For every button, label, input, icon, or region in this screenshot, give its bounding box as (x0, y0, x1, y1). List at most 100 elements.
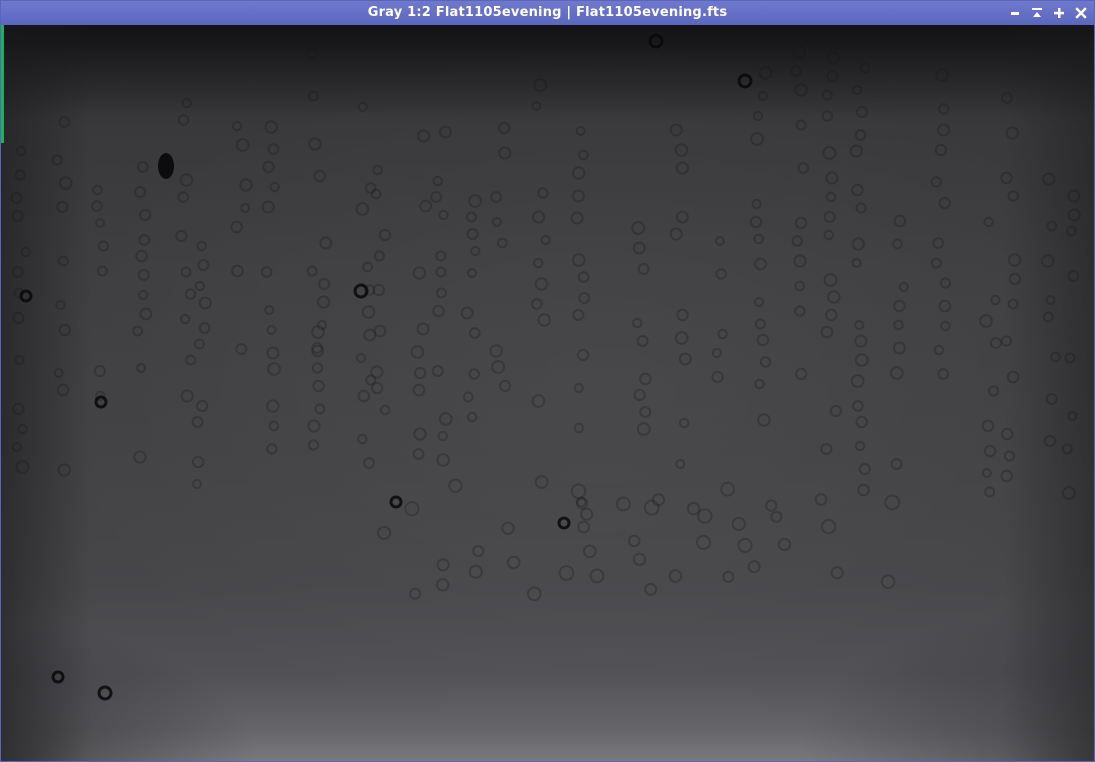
dust-ring (370, 381, 384, 395)
dust-spot (97, 685, 113, 701)
dust-ring (472, 545, 485, 558)
dust-ring (715, 268, 727, 280)
dust-ring (632, 317, 643, 329)
dust-ring (318, 277, 331, 291)
dust-ring (583, 544, 597, 559)
title-bar[interactable]: Gray 1:2 Flat1105evening | Flat1105eveni… (1, 1, 1094, 25)
dust-spot (557, 516, 571, 530)
dust-ring (852, 400, 864, 412)
maximize-icon (1054, 8, 1064, 18)
dust-ring (573, 422, 585, 434)
dust-ring (930, 176, 943, 188)
dust-ring (306, 265, 318, 277)
dust-ring (435, 266, 447, 278)
dust-ring (731, 516, 746, 531)
dust-ring (770, 510, 783, 523)
dust-ring (826, 51, 840, 65)
dust-ring (674, 143, 689, 157)
dust-ring (430, 191, 443, 203)
dust-ring (934, 143, 948, 157)
dust-ring (14, 169, 26, 181)
dust-ring (260, 266, 273, 278)
dust-ring (179, 313, 191, 325)
dust-ring (196, 240, 207, 252)
dust-ring (438, 125, 452, 139)
dust-ring (1045, 294, 1056, 306)
dust-ring (573, 382, 584, 394)
dust-ring (540, 234, 551, 246)
dust-ring (264, 120, 278, 134)
shade-button[interactable] (1028, 4, 1046, 22)
dust-ring (938, 299, 952, 313)
dust-spot (389, 495, 403, 509)
dust-ring (765, 499, 778, 512)
minimize-icon (1011, 12, 1019, 15)
dust-ring (307, 90, 319, 102)
dust-ring (496, 237, 508, 249)
dust-ring (412, 266, 427, 280)
dust-ring (95, 217, 106, 229)
dust-ring (1000, 171, 1013, 185)
dust-ring (814, 493, 828, 506)
dust-ring (571, 253, 586, 267)
dust-ring (491, 216, 502, 228)
dust-ring (438, 209, 449, 221)
dust-ring (669, 123, 683, 137)
dust-ring (267, 143, 280, 155)
dust-ring (637, 263, 650, 275)
close-button[interactable] (1072, 4, 1090, 22)
image-canvas[interactable] (1, 25, 1094, 761)
dust-ring (1067, 270, 1080, 282)
dust-ring (267, 362, 281, 376)
dust-spot (51, 670, 65, 684)
dust-ring (857, 483, 870, 497)
dust-ring (431, 365, 444, 377)
dust-ring (939, 277, 952, 289)
dust-ring (1042, 172, 1056, 186)
dust-ring (890, 366, 904, 380)
dust-spot (19, 289, 33, 303)
dust-ring (134, 186, 147, 198)
dust-ring (717, 328, 728, 340)
dust-ring (364, 182, 377, 194)
dust-ring (794, 305, 806, 317)
dust-ring (935, 68, 950, 82)
dust-ring (578, 149, 589, 161)
maximize-button[interactable] (1050, 4, 1068, 22)
dust-ring (631, 221, 646, 235)
dust-ring (268, 420, 280, 432)
dust-ring (319, 236, 333, 250)
dust-ring (984, 486, 996, 498)
dust-ring (133, 450, 147, 464)
dust-ring (499, 379, 512, 393)
dust-ring (137, 268, 150, 282)
dust-ring (531, 298, 543, 310)
dust-ring (983, 216, 994, 228)
dust-ring (752, 110, 764, 122)
dust-ring (533, 78, 548, 92)
dust-ring (264, 304, 275, 316)
dust-ring (15, 460, 30, 474)
minimize-button[interactable] (1006, 4, 1024, 22)
dust-ring (850, 374, 865, 388)
dust-ring (790, 65, 802, 77)
image-window: Gray 1:2 Flat1105evening | Flat1105eveni… (0, 0, 1095, 762)
dust-ring (58, 116, 71, 128)
dust-layer (10, 33, 1081, 701)
dust-ring (880, 574, 896, 590)
dust-ring (747, 560, 761, 574)
dust-ring (534, 277, 549, 291)
dust-ring (139, 208, 152, 222)
dust-ring (627, 534, 641, 548)
dust-ring (230, 220, 243, 234)
dust-ring (466, 411, 478, 423)
dust-ring (933, 344, 945, 356)
dust-ring (851, 84, 863, 96)
dust-ring (191, 416, 204, 428)
dust-ring (357, 433, 368, 445)
dust-ring (1000, 335, 1013, 347)
dust-ring (937, 368, 950, 380)
dust-ring (940, 320, 951, 332)
dust-ring (855, 106, 868, 118)
dust-ring (266, 443, 278, 455)
